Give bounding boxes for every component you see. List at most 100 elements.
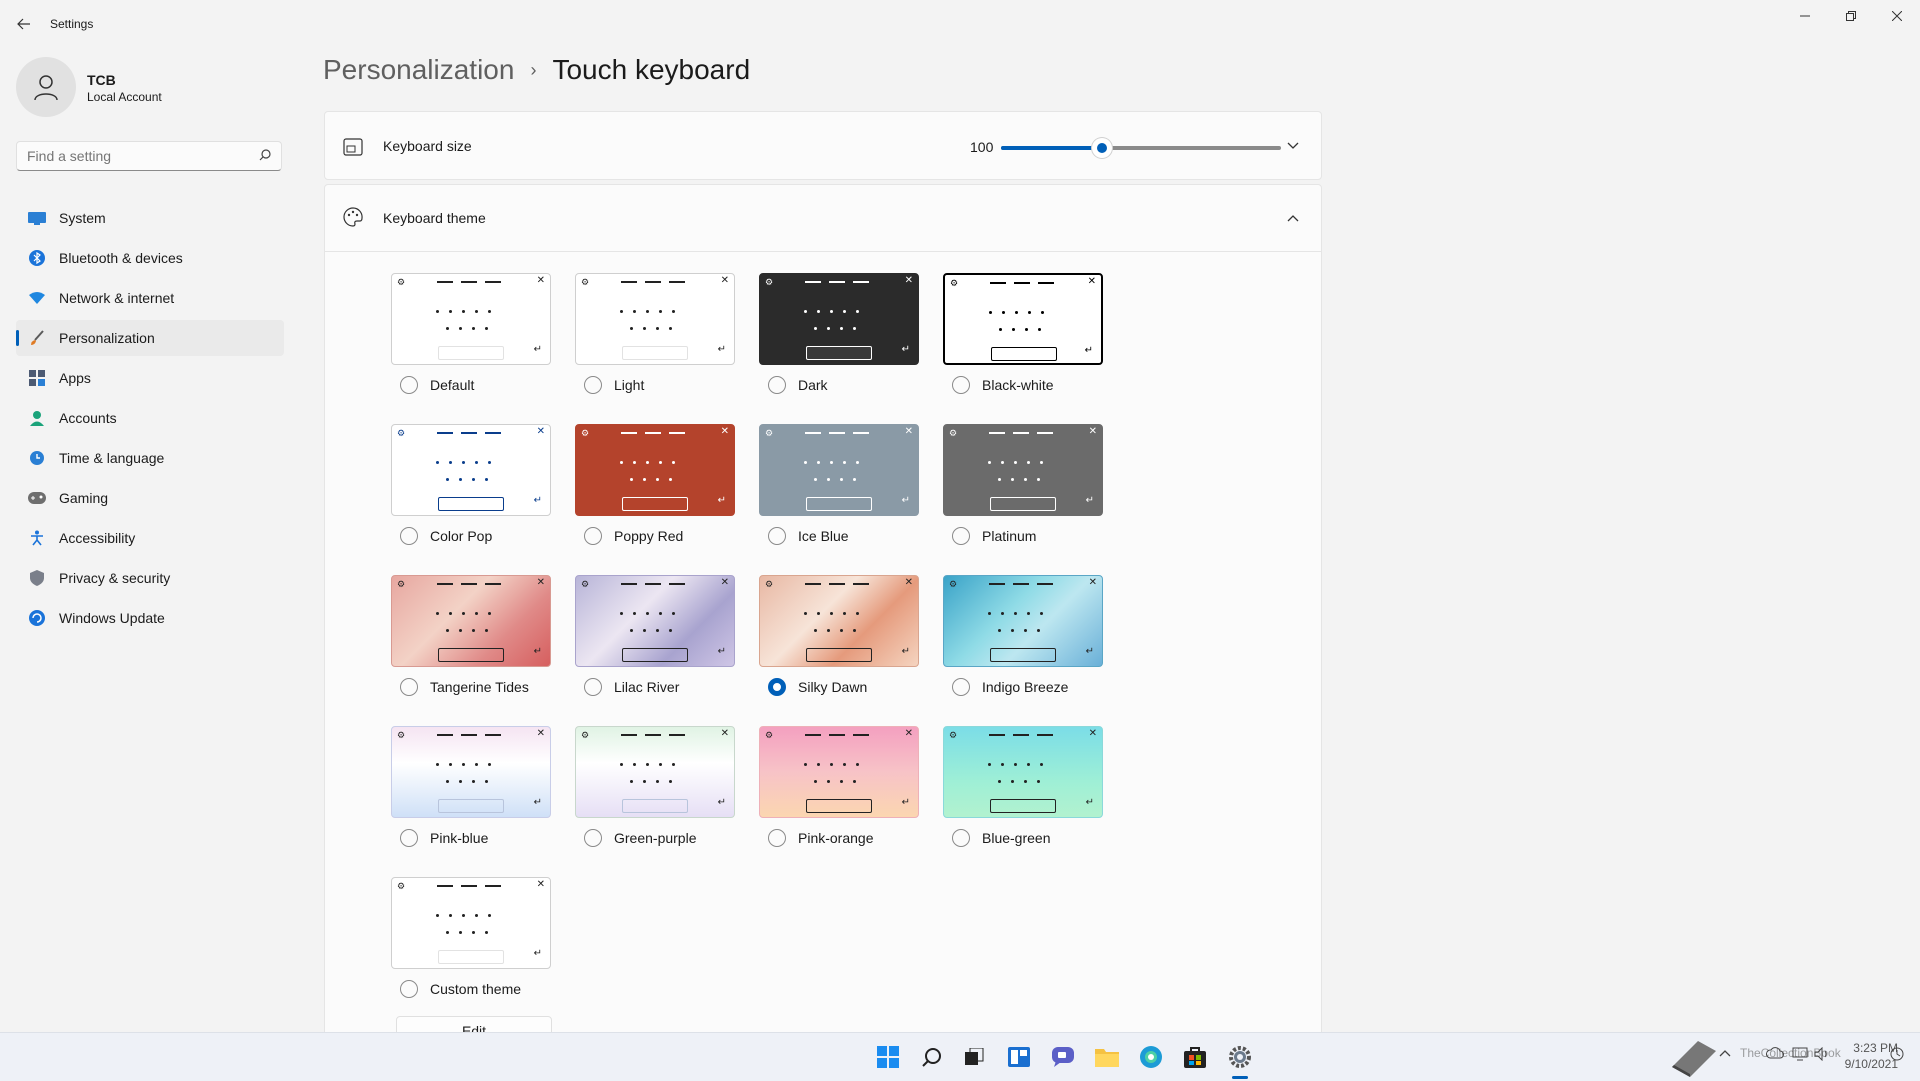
sidebar-item-system[interactable]: System: [16, 200, 284, 236]
sidebar-item-gaming[interactable]: Gaming: [16, 480, 284, 516]
theme-option-black-white[interactable]: ⚙ ✕ ↵ Black-white: [943, 273, 1103, 394]
back-button[interactable]: [10, 12, 38, 36]
theme-radio-row[interactable]: Ice Blue: [768, 527, 919, 545]
theme-radio-row[interactable]: Pink-orange: [768, 829, 919, 847]
theme-option-light[interactable]: ⚙ ✕ ↵ Light: [575, 273, 735, 394]
minimize-button[interactable]: [1782, 0, 1828, 32]
theme-preview[interactable]: ⚙ ✕ ↵: [943, 424, 1103, 516]
theme-preview[interactable]: ⚙ ✕ ↵: [943, 575, 1103, 667]
search-icon[interactable]: [918, 1043, 946, 1071]
file-explorer-icon[interactable]: [1093, 1043, 1121, 1071]
theme-radio-button[interactable]: [400, 376, 418, 394]
breadcrumb-parent[interactable]: Personalization: [323, 54, 514, 86]
theme-radio-row[interactable]: Lilac River: [584, 678, 735, 696]
theme-preview[interactable]: ⚙ ✕ ↵: [391, 273, 551, 365]
keyboard-size-slider[interactable]: [1001, 138, 1281, 158]
search-input[interactable]: [17, 142, 257, 170]
notification-icon[interactable]: [1890, 1047, 1904, 1064]
cloud-icon[interactable]: [1766, 1047, 1784, 1062]
theme-radio-button[interactable]: [584, 678, 602, 696]
theme-radio-button[interactable]: [400, 678, 418, 696]
theme-radio-row[interactable]: Custom theme: [400, 980, 551, 998]
theme-option-silky-dawn[interactable]: ⚙ ✕ ↵ Silky Dawn: [759, 575, 919, 696]
theme-radio-button[interactable]: [768, 678, 786, 696]
theme-preview[interactable]: ⚙ ✕ ↵: [391, 424, 551, 516]
theme-option-pink-orange[interactable]: ⚙ ✕ ↵ Pink-orange: [759, 726, 919, 847]
sidebar-item-accessibility[interactable]: Accessibility: [16, 520, 284, 556]
theme-preview[interactable]: ⚙ ✕ ↵: [943, 273, 1103, 365]
theme-radio-row[interactable]: Green-purple: [584, 829, 735, 847]
store-icon[interactable]: [1181, 1043, 1209, 1071]
restore-button[interactable]: [1828, 0, 1874, 32]
theme-radio-row[interactable]: Indigo Breeze: [952, 678, 1103, 696]
edge-icon[interactable]: [1137, 1043, 1165, 1071]
theme-radio-button[interactable]: [584, 829, 602, 847]
theme-option-poppy-red[interactable]: ⚙ ✕ ↵ Poppy Red: [575, 424, 735, 545]
theme-option-blue-green[interactable]: ⚙ ✕ ↵ Blue-green: [943, 726, 1103, 847]
theme-radio-row[interactable]: Default: [400, 376, 551, 394]
theme-preview[interactable]: ⚙ ✕ ↵: [759, 575, 919, 667]
theme-preview[interactable]: ⚙ ✕ ↵: [391, 726, 551, 818]
theme-preview[interactable]: ⚙ ✕ ↵: [759, 273, 919, 365]
theme-radio-button[interactable]: [768, 527, 786, 545]
keyboard-size-card[interactable]: Keyboard size 100: [324, 111, 1322, 180]
start-icon[interactable]: [874, 1043, 902, 1071]
theme-option-custom-theme[interactable]: ⚙ ✕ ↵ Custom theme: [391, 877, 551, 998]
theme-radio-row[interactable]: Blue-green: [952, 829, 1103, 847]
chat-icon[interactable]: [1049, 1043, 1077, 1071]
theme-option-green-purple[interactable]: ⚙ ✕ ↵ Green-purple: [575, 726, 735, 847]
theme-option-ice-blue[interactable]: ⚙ ✕ ↵ Ice Blue: [759, 424, 919, 545]
theme-preview[interactable]: ⚙ ✕ ↵: [759, 726, 919, 818]
theme-radio-row[interactable]: Platinum: [952, 527, 1103, 545]
theme-radio-button[interactable]: [584, 527, 602, 545]
volume-icon[interactable]: [1814, 1046, 1830, 1064]
theme-option-color-pop[interactable]: ⚙ ✕ ↵ Color Pop: [391, 424, 551, 545]
theme-radio-button[interactable]: [768, 829, 786, 847]
theme-radio-button[interactable]: [400, 980, 418, 998]
theme-radio-row[interactable]: Poppy Red: [584, 527, 735, 545]
theme-radio-button[interactable]: [952, 678, 970, 696]
theme-radio-button[interactable]: [768, 376, 786, 394]
theme-option-indigo-breeze[interactable]: ⚙ ✕ ↵ Indigo Breeze: [943, 575, 1103, 696]
sidebar-item-apps[interactable]: Apps: [16, 360, 284, 396]
network-icon[interactable]: [1792, 1047, 1808, 1064]
theme-radio-row[interactable]: Silky Dawn: [768, 678, 919, 696]
slider-thumb[interactable]: [1091, 138, 1112, 158]
sidebar-item-network[interactable]: Network & internet: [16, 280, 284, 316]
theme-radio-row[interactable]: Color Pop: [400, 527, 551, 545]
sidebar-item-accounts[interactable]: Accounts: [16, 400, 284, 436]
chevron-down-icon[interactable]: [1285, 138, 1301, 154]
theme-preview[interactable]: ⚙ ✕ ↵: [575, 575, 735, 667]
theme-radio-row[interactable]: Tangerine Tides: [400, 678, 551, 696]
task-view-icon[interactable]: [961, 1043, 989, 1071]
search-box[interactable]: [16, 141, 282, 171]
sidebar-item-bluetooth[interactable]: Bluetooth & devices: [16, 240, 284, 276]
search-icon[interactable]: [259, 149, 271, 161]
theme-radio-row[interactable]: Black-white: [952, 376, 1103, 394]
chevron-up-icon[interactable]: [1285, 210, 1301, 226]
theme-option-platinum[interactable]: ⚙ ✕ ↵ Platinum: [943, 424, 1103, 545]
theme-preview[interactable]: ⚙ ✕ ↵: [943, 726, 1103, 818]
sidebar-item-personalization[interactable]: Personalization: [16, 320, 284, 356]
chevron-up-icon[interactable]: [1719, 1046, 1731, 1060]
sidebar-item-windows-update[interactable]: Windows Update: [16, 600, 284, 636]
sidebar-item-privacy[interactable]: Privacy & security: [16, 560, 284, 596]
theme-preview[interactable]: ⚙ ✕ ↵: [575, 726, 735, 818]
theme-radio-button[interactable]: [952, 376, 970, 394]
sidebar-item-time-language[interactable]: Time & language: [16, 440, 284, 476]
theme-preview[interactable]: ⚙ ✕ ↵: [575, 273, 735, 365]
theme-radio-row[interactable]: Dark: [768, 376, 919, 394]
theme-radio-button[interactable]: [952, 829, 970, 847]
theme-radio-row[interactable]: Pink-blue: [400, 829, 551, 847]
theme-radio-button[interactable]: [584, 376, 602, 394]
theme-preview[interactable]: ⚙ ✕ ↵: [575, 424, 735, 516]
close-button[interactable]: [1874, 0, 1920, 32]
keyboard-theme-header[interactable]: Keyboard theme: [324, 184, 1322, 252]
theme-preview[interactable]: ⚙ ✕ ↵: [391, 575, 551, 667]
theme-preview[interactable]: ⚙ ✕ ↵: [391, 877, 551, 969]
widgets-icon[interactable]: [1005, 1043, 1033, 1071]
theme-radio-button[interactable]: [952, 527, 970, 545]
theme-option-dark[interactable]: ⚙ ✕ ↵ Dark: [759, 273, 919, 394]
theme-radio-row[interactable]: Light: [584, 376, 735, 394]
settings-gear-icon[interactable]: [1226, 1043, 1254, 1071]
